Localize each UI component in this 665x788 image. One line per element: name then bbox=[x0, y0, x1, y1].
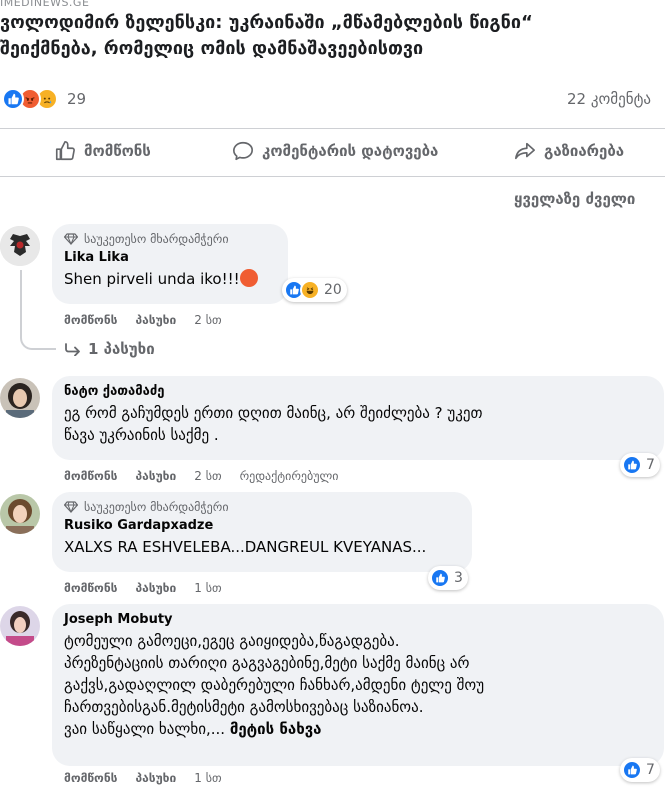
share-button[interactable]: გაზიარება bbox=[514, 140, 624, 162]
comment-actions: მომწონს პასუხი 1 სთ bbox=[64, 771, 240, 785]
comment-text-line-2: წავა უკრაინის საქმე . bbox=[64, 426, 219, 444]
comment-actions: მომწონს პასუხი 2 სთ bbox=[64, 313, 240, 327]
divider bbox=[0, 176, 665, 177]
comment-like-link[interactable]: მომწონს bbox=[64, 771, 117, 785]
source-label: IMEDINEWS.GE bbox=[0, 0, 90, 9]
comment-bubble: ნატო ქათამაძე ეგ რომ გაჩუმდეს ერთი დღით … bbox=[52, 376, 664, 460]
comment-text: Shen pirveli unda iko!!! bbox=[64, 268, 276, 290]
see-more-link[interactable]: მეტის ნახვა bbox=[230, 720, 322, 738]
top-fan-label: საუკეთესო მხარდამჭერი bbox=[84, 500, 229, 514]
comment-button-label: კომენტარის დატოვება bbox=[262, 142, 439, 160]
comment-reactions[interactable]: 3 bbox=[428, 566, 468, 590]
comment-like-link[interactable]: მომწონს bbox=[64, 581, 117, 595]
like-button-label: მომწონს bbox=[84, 142, 151, 160]
top-fan-badge: საუკეთესო მხარდამჭერი bbox=[64, 500, 460, 514]
reply-arrow-icon bbox=[65, 343, 80, 356]
comment-author[interactable]: ნატო ქათამაძე bbox=[64, 384, 652, 399]
share-button-label: გაზიარება bbox=[544, 142, 625, 160]
like-icon bbox=[2, 88, 24, 110]
comment-text-line-3: გაქვს,გადაღლილ დაბერებული ჩანხარ,ამდენი … bbox=[64, 676, 485, 694]
comment-like-link[interactable]: მომწონს bbox=[64, 469, 117, 483]
comment-bubble: საუკეთესო მხარდამჭერი Lika Lika Shen pir… bbox=[52, 224, 288, 304]
comment-reactions[interactable]: 20 bbox=[282, 278, 347, 302]
comment-author[interactable]: Lika Lika bbox=[64, 250, 276, 265]
comment-sort-dropdown[interactable]: ყველაზე ძველი bbox=[514, 190, 635, 208]
edited-label[interactable]: რედაქტირებული bbox=[240, 469, 339, 483]
like-icon bbox=[430, 568, 450, 588]
avatar[interactable] bbox=[0, 606, 40, 646]
like-icon bbox=[622, 760, 642, 780]
diamond-icon bbox=[64, 501, 78, 513]
post-reaction-count: 29 bbox=[67, 90, 87, 108]
view-replies-link[interactable]: 1 პასუხი bbox=[64, 340, 155, 358]
comment-reply-link[interactable]: პასუხი bbox=[135, 771, 176, 785]
post-action-bar: მომწონს კომენტარის დატოვება გაზიარება bbox=[0, 128, 665, 176]
post-headline[interactable]: ვოლოდიმირ ზელენსკი: უკრაინაში „მწამებლებ… bbox=[0, 10, 665, 62]
comment-timestamp[interactable]: 1 სთ bbox=[194, 581, 221, 595]
thumbs-up-icon bbox=[55, 141, 75, 161]
comment-reaction-count: 7 bbox=[646, 762, 655, 778]
profile-photo-avatar bbox=[0, 606, 40, 646]
top-fan-badge: საუკეთესო მხარდამჭერი bbox=[64, 232, 276, 246]
comment-icon bbox=[233, 141, 253, 161]
comment-timestamp[interactable]: 2 სთ bbox=[194, 313, 221, 327]
comment-reactions[interactable]: 7 bbox=[620, 758, 660, 782]
comment-button[interactable]: კომენტარის დატოვება bbox=[232, 140, 438, 162]
comment-reactions[interactable]: 7 bbox=[620, 453, 660, 477]
like-button[interactable]: მომწონს bbox=[54, 140, 151, 162]
post-stats: 29 22 კომენტა bbox=[0, 86, 665, 116]
comment-text: XALXS RA ESHVELEBA...DANGREUL KVEYANAS..… bbox=[64, 538, 427, 556]
comment-reaction-count: 3 bbox=[454, 570, 463, 586]
like-icon bbox=[622, 455, 642, 475]
replies-count-label: 1 პასუხი bbox=[88, 340, 155, 358]
avatar[interactable] bbox=[0, 226, 40, 266]
diamond-icon bbox=[64, 233, 78, 245]
angry-emoji-icon bbox=[239, 269, 258, 287]
haha-icon bbox=[300, 280, 320, 300]
headline-line-1: ვოლოდიმირ ზელენსკი: უკრაინაში „მწამებლებ… bbox=[0, 12, 533, 33]
double-headed-eagle-avatar bbox=[0, 226, 40, 266]
profile-photo-avatar bbox=[0, 494, 40, 534]
comment-reply-link[interactable]: პასუხი bbox=[135, 313, 176, 327]
comment-text-line-2: პრეზენტაციის თარიღი გაგვაგებინე,მეტი საქ… bbox=[64, 654, 470, 672]
avatar[interactable] bbox=[0, 378, 40, 418]
comment-reaction-count: 20 bbox=[324, 282, 342, 298]
comment-text-line-4: ჩართვებისგან.მეტისმეტი გამოსხივებაც საზი… bbox=[64, 698, 424, 716]
comment-actions: მომწონს პასუხი 1 სთ bbox=[64, 581, 240, 595]
comment-timestamp[interactable]: 2 სთ bbox=[194, 469, 221, 483]
comment-actions: მომწონს პასუხი 2 სთ რედაქტირებული bbox=[64, 469, 356, 483]
post-comment-count[interactable]: 22 კომენტა bbox=[567, 90, 651, 108]
comment-text-line-1: ეგ რომ გაჩუმდეს ერთი დღით მაინც, არ შეიძ… bbox=[64, 404, 483, 422]
comment-text-content: Shen pirveli unda iko!!! bbox=[64, 270, 240, 288]
comment-text-line-5-content: ვაი საწყალი ხალხი,... bbox=[64, 720, 226, 738]
comment-timestamp[interactable]: 1 სთ bbox=[194, 771, 221, 785]
comment-reply-link[interactable]: პასუხი bbox=[135, 469, 176, 483]
profile-photo-avatar bbox=[0, 378, 40, 418]
comment-author[interactable]: Rusiko Gardapxadze bbox=[64, 518, 460, 533]
top-fan-label: საუკეთესო მხარდამჭერი bbox=[84, 232, 229, 246]
comment-reply-link[interactable]: პასუხი bbox=[135, 581, 176, 595]
comment-bubble: საუკეთესო მხარდამჭერი Rusiko Gardapxadze… bbox=[52, 492, 472, 572]
comment-like-link[interactable]: მომწონს bbox=[64, 313, 117, 327]
avatar[interactable] bbox=[0, 494, 40, 534]
share-icon bbox=[515, 142, 535, 160]
comment-text-line-1: ტომეული გამოეცი,ეგეც გაიყიდება,წაგადგება… bbox=[64, 632, 400, 650]
comment-bubble: Joseph Mobuty ტომეული გამოეცი,ეგეც გაიყი… bbox=[52, 604, 664, 766]
post-reactions[interactable]: 29 bbox=[2, 88, 86, 110]
comment-author[interactable]: Joseph Mobuty bbox=[64, 612, 652, 627]
headline-line-2: შეიქმნება, რომელიც ომის დამნაშავეებისთვი bbox=[0, 38, 424, 59]
reply-thread-line bbox=[20, 270, 56, 350]
comment-reaction-count: 7 bbox=[646, 457, 655, 473]
comment-text-line-5: ვაი საწყალი ხალხი,... მეტის ნახვა bbox=[64, 718, 652, 740]
